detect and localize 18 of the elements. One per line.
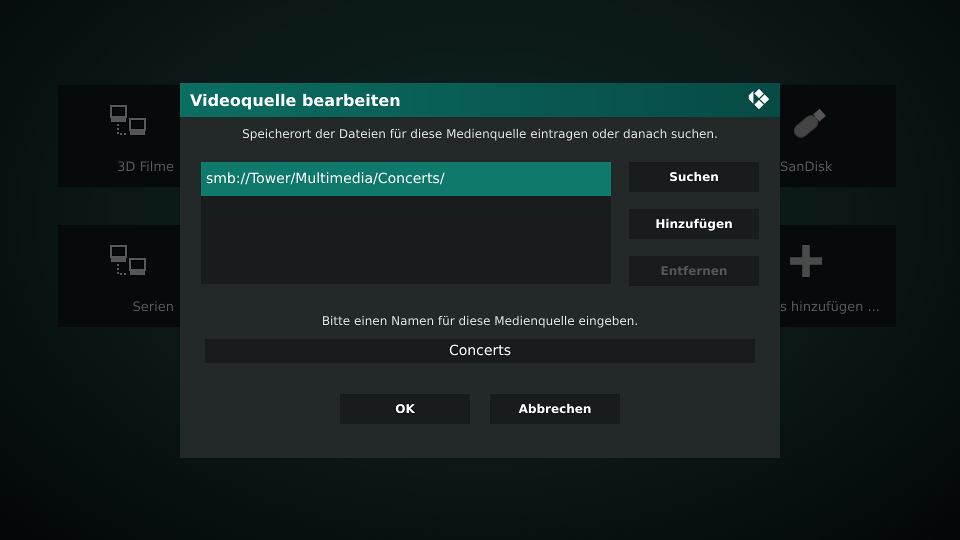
tile-background[interactable]: SanDisk (780, 85, 896, 187)
tile-background[interactable]: s hinzufügen ... (780, 225, 896, 327)
hint-text: Bitte einen Namen für diese Medienquelle eingeben. (322, 314, 638, 330)
dialog-button[interactable]: Hinzufügen (629, 209, 759, 239)
dialog-button[interactable]: OK (340, 394, 470, 424)
plus-icon (790, 245, 822, 277)
tile-label: 3D Filme (117, 160, 174, 175)
path-item[interactable]: smb://Tower/Multimedia/Concerts/ (201, 162, 611, 196)
tile-label: Serien (132, 300, 174, 315)
tile-label: s hinzufügen ... (780, 300, 880, 315)
tile-background[interactable]: Serien (58, 225, 180, 327)
hint-text: Speicherort der Dateien für diese Medienquelle eintragen oder danach suchen. (242, 127, 718, 143)
tile-label: SanDisk (780, 160, 832, 175)
name-field[interactable]: Concerts (205, 339, 755, 363)
dialog-title: Videoquelle bearbeiten (190, 90, 401, 110)
dialog-button[interactable]: Suchen (629, 162, 759, 192)
dialog-button[interactable]: Abbrechen (490, 394, 620, 424)
tile-background[interactable]: 3D Filme (58, 85, 180, 187)
